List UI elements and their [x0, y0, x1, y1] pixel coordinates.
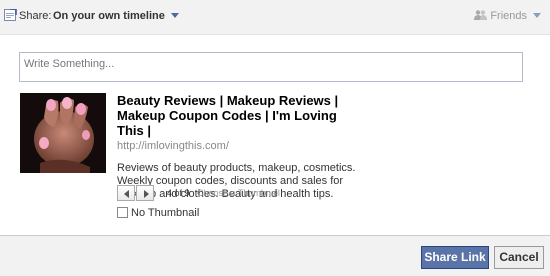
dialog-footer: Share Link Cancel: [0, 235, 550, 276]
link-thumbnail: [20, 93, 106, 173]
arrow-left-icon: [124, 190, 129, 198]
chevron-down-icon: [533, 13, 541, 18]
share-icon: [4, 9, 17, 21]
share-destination-dropdown[interactable]: On your own timeline: [53, 10, 179, 22]
friends-icon: [474, 10, 488, 20]
cancel-button[interactable]: Cancel: [494, 246, 544, 269]
audience-selector[interactable]: Friends: [474, 10, 541, 22]
share-content: Write Something... Beauty Reviews | Make…: [0, 35, 550, 235]
thumbnail-image: [20, 93, 106, 173]
share-destination-label: On your own timeline: [53, 10, 165, 22]
no-thumbnail-checkbox[interactable]: [117, 207, 128, 218]
thumbnail-counter: 4 of 9: [167, 188, 190, 198]
link-url: http://imlovingthis.com/: [117, 140, 229, 152]
choose-thumbnail-label: Choose a Thumbnail: [197, 188, 280, 198]
arrow-right-icon: [144, 190, 149, 198]
chevron-down-icon: [170, 13, 179, 18]
share-link-button[interactable]: Share Link: [421, 246, 489, 269]
no-thumbnail-label[interactable]: No Thumbnail: [131, 207, 199, 219]
share-header: Share: On your own timeline Friends: [0, 0, 550, 35]
link-title[interactable]: Beauty Reviews | Makeup Reviews | Makeup…: [117, 93, 357, 138]
share-label: Share:: [19, 10, 52, 22]
previous-thumbnail-button[interactable]: [117, 185, 135, 201]
status-input[interactable]: Write Something...: [19, 52, 523, 82]
link-info: Beauty Reviews | Makeup Reviews | Makeup…: [117, 93, 537, 201]
next-thumbnail-button[interactable]: [136, 185, 154, 201]
audience-label: Friends: [490, 10, 527, 22]
